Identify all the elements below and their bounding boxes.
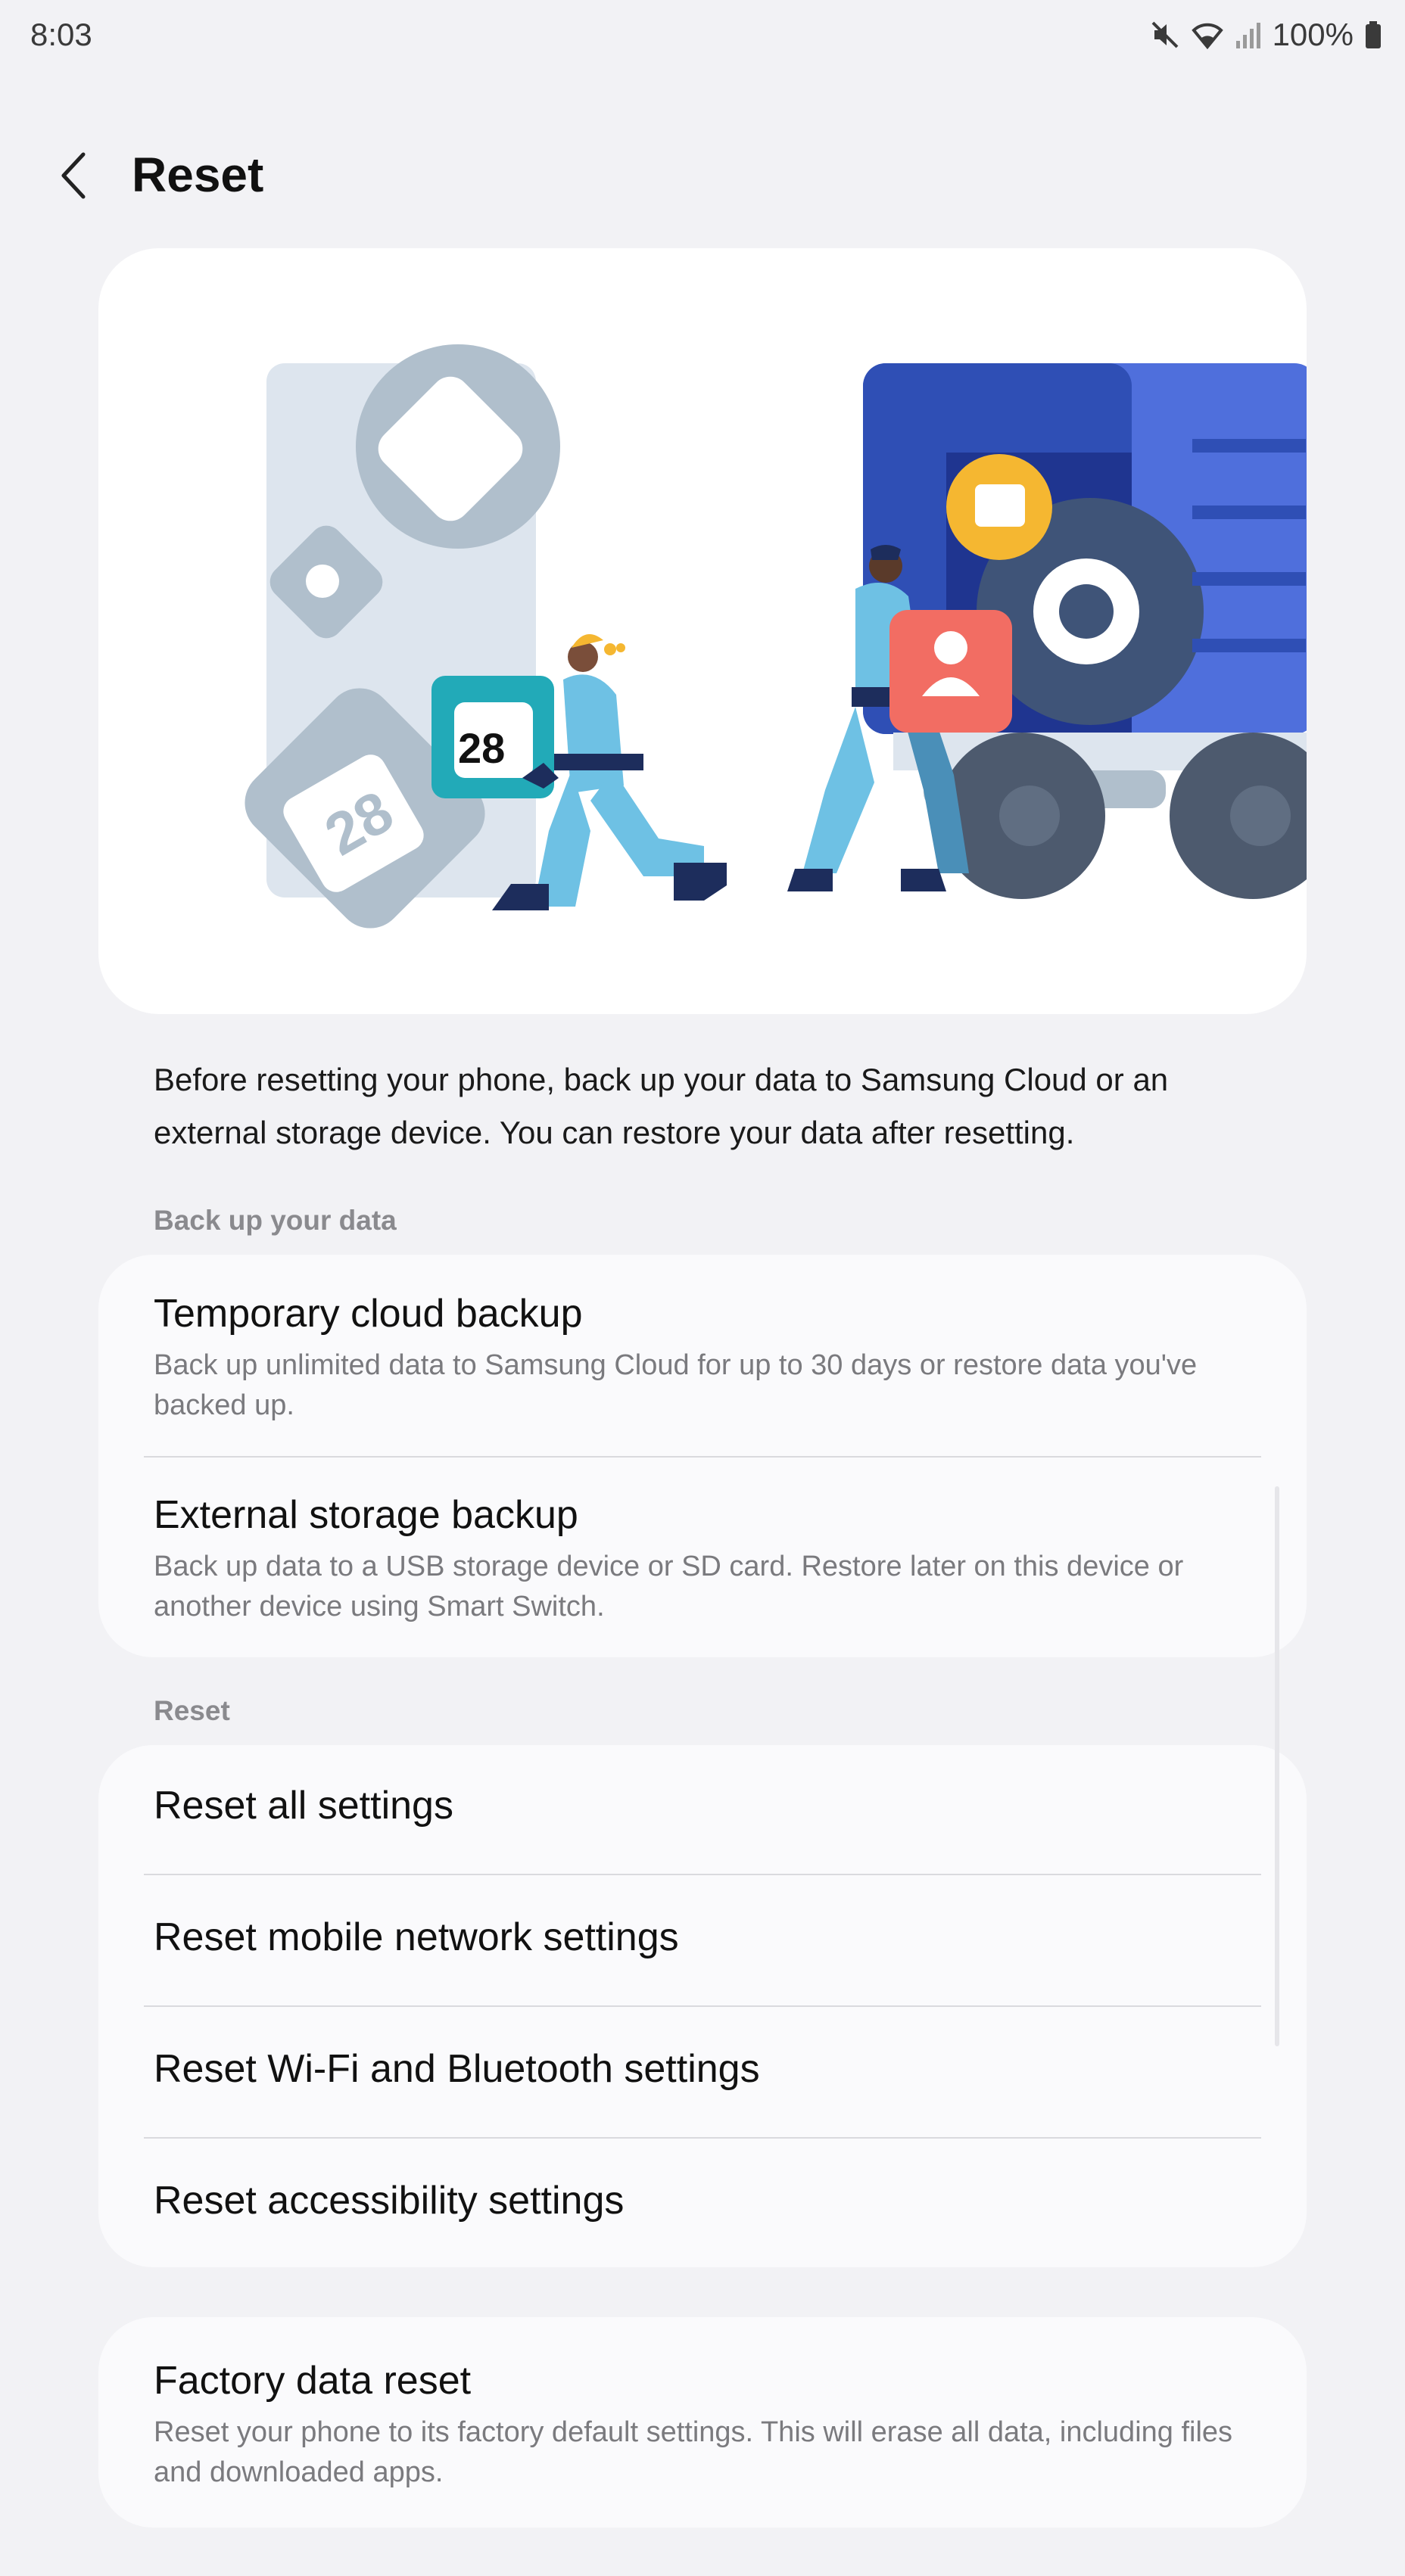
item-title: Factory data reset xyxy=(154,2359,472,2403)
item-subtitle: Back up unlimited data to Samsung Cloud … xyxy=(154,1349,1198,1421)
item-subtitle: Back up data to a USB storage device or … xyxy=(154,1551,1184,1622)
backup-group: Temporary cloud backup Back up unlimited… xyxy=(98,1255,1307,1657)
item-title: Reset accessibility settings xyxy=(154,2179,625,2223)
factory-data-reset-item[interactable]: Factory data reset Reset your phone to i… xyxy=(98,2317,1307,2528)
factory-reset-group: Factory data reset Reset your phone to i… xyxy=(98,2317,1307,2528)
item-title: Reset all settings xyxy=(154,1784,453,1828)
item-title: Reset Wi-Fi and Bluetooth settings xyxy=(154,2047,760,2091)
temporary-cloud-backup-item[interactable]: Temporary cloud backup Back up unlimited… xyxy=(98,1255,1307,1456)
signal-icon xyxy=(1235,20,1262,50)
wifi-icon xyxy=(1191,20,1224,50)
external-storage-backup-item[interactable]: External storage backup Back up data to … xyxy=(98,1458,1307,1657)
reset-illustration: 28 28 xyxy=(98,248,1307,1014)
battery-level: 100% xyxy=(1272,17,1354,52)
reset-group: Reset all settings Reset mobile network … xyxy=(98,1745,1307,2267)
calendar-number: 28 xyxy=(458,724,505,772)
reset-accessibility-item[interactable]: Reset accessibility settings xyxy=(98,2139,1307,2267)
reset-all-settings-item[interactable]: Reset all settings xyxy=(98,1745,1307,1874)
battery-icon xyxy=(1364,20,1382,50)
back-button[interactable] xyxy=(47,144,101,207)
item-title: External storage backup xyxy=(154,1493,578,1537)
reset-mobile-network-item[interactable]: Reset mobile network settings xyxy=(98,1875,1307,2005)
section-label-backup: Back up your data xyxy=(154,1205,397,1236)
back-chevron-icon xyxy=(61,152,86,199)
status-time: 8:03 xyxy=(30,17,92,52)
item-title: Reset mobile network settings xyxy=(154,1915,679,1959)
reset-wifi-bluetooth-item[interactable]: Reset Wi-Fi and Bluetooth settings xyxy=(98,2007,1307,2137)
mute-icon xyxy=(1150,20,1180,50)
item-title: Temporary cloud backup xyxy=(154,1292,583,1336)
illustration-art: 28 28 xyxy=(245,344,1307,929)
status-icons: 100% xyxy=(1150,17,1382,53)
item-subtitle: Reset your phone to its factory default … xyxy=(154,2416,1233,2488)
page-title: Reset xyxy=(132,148,264,202)
reset-description: Before resetting your phone, back up you… xyxy=(154,1062,1169,1150)
scrollbar[interactable] xyxy=(1275,1486,1279,2046)
section-label-reset: Reset xyxy=(154,1695,230,1726)
